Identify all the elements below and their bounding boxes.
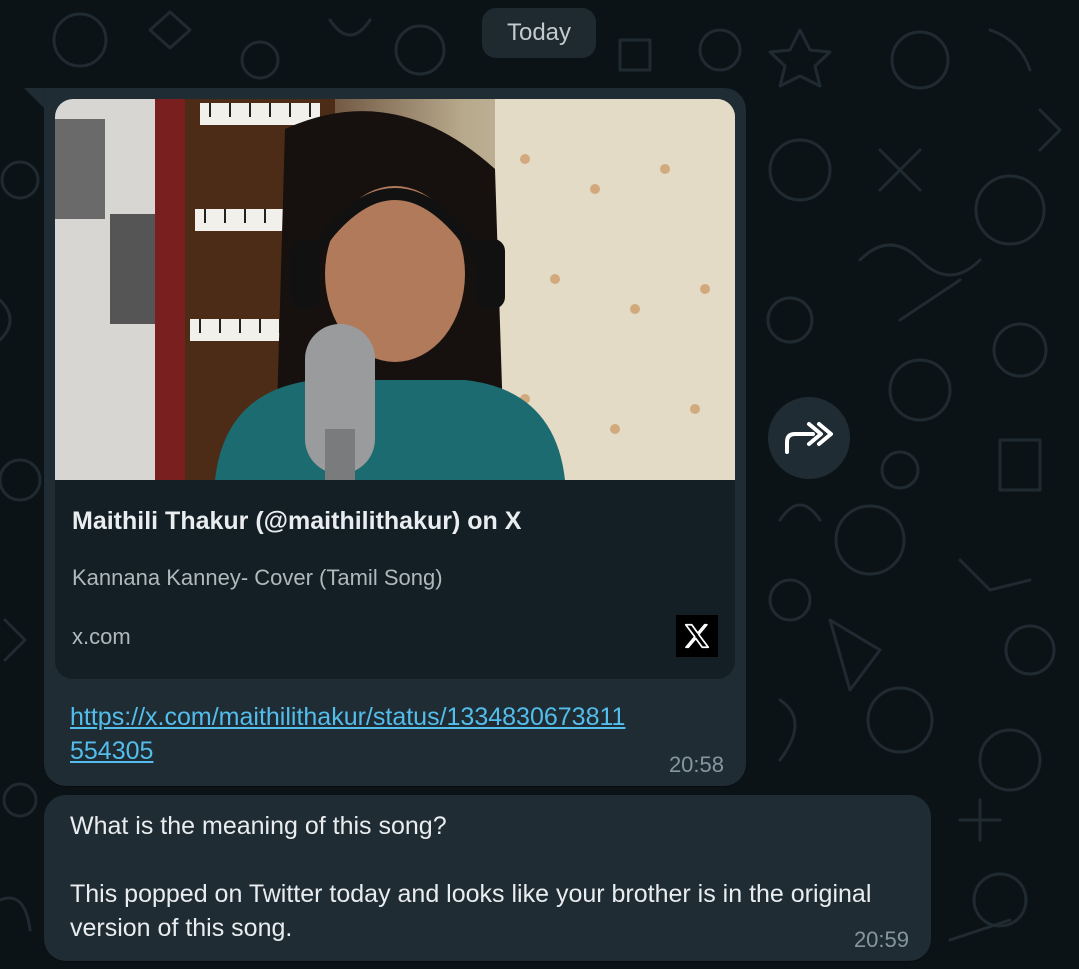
link-preview-card[interactable]: Maithili Thakur (@maithilithakur) on X K…: [55, 99, 735, 679]
message-timestamp: 20:59: [853, 927, 909, 952]
x-logo-icon: [676, 615, 718, 657]
forward-icon: [785, 422, 833, 454]
preview-description: Kannana Kanney- Cover (Tamil Song): [72, 565, 443, 590]
preview-thumbnail[interactable]: [55, 99, 735, 480]
message-line: What is the meaning of this song?: [70, 812, 447, 840]
preview-domain: x.com: [72, 624, 131, 649]
chat-view: Today Maithili Thakur (@maithilithakur) …: [0, 0, 1079, 969]
bubble-tail: [24, 88, 46, 110]
message-timestamp: 20:58: [668, 752, 724, 777]
message-link[interactable]: https://x.com/maithilithakur/status/1334…: [70, 700, 630, 768]
message-bubble[interactable]: Maithili Thakur (@maithilithakur) on X K…: [44, 88, 746, 786]
forward-button[interactable]: [768, 397, 850, 479]
message-text: What is the meaning of this song? This p…: [70, 809, 910, 945]
message-bubble[interactable]: What is the meaning of this song? This p…: [44, 795, 931, 961]
message-line: This popped on Twitter today and looks l…: [70, 880, 872, 942]
preview-title: Maithili Thakur (@maithilithakur) on X: [72, 507, 522, 535]
date-separator: Today: [482, 8, 596, 58]
